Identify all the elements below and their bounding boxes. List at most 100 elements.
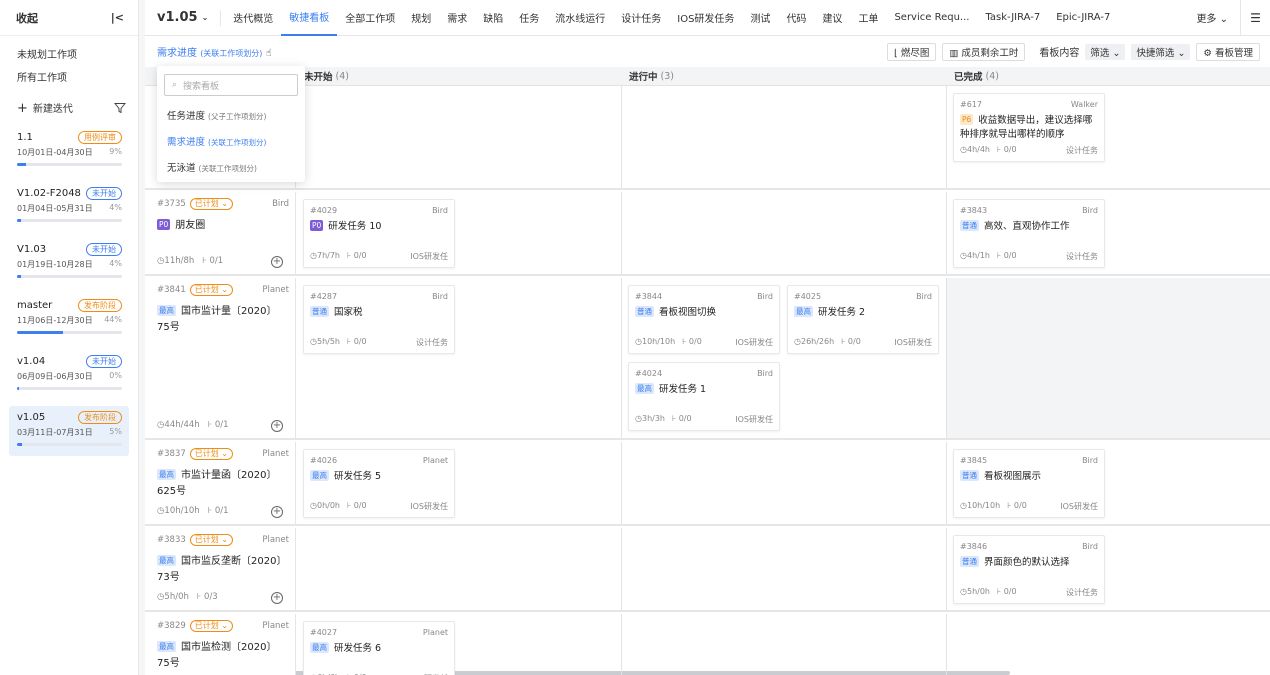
board-option-requirement-progress[interactable]: 需求进度 (关联工作项划分) [164, 134, 298, 148]
card-type: 设计任务 [1066, 252, 1098, 261]
requirement-title[interactable]: 最高 国市监反垄断〔2020〕73号 [145, 546, 295, 586]
iteration-percent: 5% [109, 427, 122, 436]
task-card[interactable]: #617 Walker P6 收益数据导出，建议选择哪种排序就导出哪样的顺序 ◷4h/4… [953, 93, 1105, 162]
new-iteration-button[interactable]: + 新建迭代 [17, 100, 73, 116]
tab-item[interactable]: Epic-JIRA-7 [1048, 0, 1118, 36]
task-card[interactable]: #4025 Bird 最高 研发任务 2 ◷26h/26h ⊦ 0/0 IOS研发任 [787, 285, 939, 354]
board-option-task-progress[interactable]: 任务进度 (父子工作项划分) [164, 108, 298, 122]
tab-item[interactable]: 任务 [511, 0, 547, 36]
board-title: 需求进度 [157, 48, 197, 59]
tab-item[interactable]: 需求 [439, 0, 475, 36]
clock-icon: ◷4h/1h [960, 251, 990, 260]
tab-item[interactable]: 全部工作项 [337, 0, 403, 36]
column-divider [946, 528, 947, 610]
tab-item[interactable]: 建议 [814, 0, 850, 36]
iteration-name: V1.03 [17, 244, 47, 255]
version-selector[interactable]: v1.05 ⌄ [145, 9, 222, 26]
bar-chart-icon: ▥ [949, 47, 959, 59]
requirement-title[interactable]: 最高 市监计量函〔2020〕625号 [145, 460, 295, 500]
priority-badge: 最高 [635, 383, 654, 394]
iteration-percent: 44% [104, 315, 122, 324]
board-search-input[interactable]: ⌕ 搜索看板 [164, 74, 298, 96]
iteration-item[interactable]: v1.05 发布阶段 03月11日-07月31日 5% [9, 406, 129, 456]
iteration-name: v1.04 [17, 356, 46, 367]
tab-item[interactable]: Service Requ... [886, 0, 977, 36]
quick-filter-select[interactable]: 快捷筛选 ⌄ [1131, 43, 1191, 60]
tab-item[interactable]: 测试 [742, 0, 778, 36]
task-card[interactable]: #3845 Bird 普通 看板视图展示 ◷10h/10h ⊦ 0/0 IOS研发任 [953, 449, 1105, 518]
task-card[interactable]: #4026 Planet 最高 研发任务 5 ◷0h/0h ⊦ 0/0 IOS研发任 [303, 449, 455, 518]
burndown-button[interactable]: ⌊ 燃尽图 [887, 42, 937, 61]
task-card[interactable]: #4027Planet最高研发任务 6◷6h/6h⊦ 0/0IOS研发任 [303, 621, 455, 675]
tab-item[interactable]: IOS研发任务 [669, 0, 742, 36]
requirement-state-badge[interactable]: 已计划 ⌄ [189, 620, 234, 632]
swimlane-row-header: #3833 已计划 ⌄ Planet 最高 国市监反垄断〔2020〕73号 ◷5h/0h ⊦… [145, 528, 296, 610]
card-type: IOS研发任 [410, 502, 448, 511]
option-label: 无泳道 [167, 163, 196, 174]
collapse-icon[interactable]: |< [111, 11, 124, 24]
task-card[interactable]: #3846 Bird 普通 界面颜色的默认选择 ◷5h/0h ⊦ 0/0 设计任务 [953, 535, 1105, 604]
chevron-down-icon: ⌄ [201, 13, 209, 22]
board-option-no-swimlane[interactable]: 无泳道 (关联工作项划分) [164, 160, 298, 174]
requirement-state-badge[interactable]: 已计划 ⌄ [189, 198, 234, 210]
card-title: 最高 研发任务 1 [635, 383, 707, 395]
column-divider [946, 614, 947, 675]
iteration-status-badge: 发布阶段 [78, 411, 122, 424]
task-card[interactable]: #4287 Bird 普通 国家税 ◷5h/5h ⊦ 0/0 设计任务 [303, 285, 455, 354]
iteration-item[interactable]: master 发布阶段 11月06日-12月30日 44% [9, 294, 129, 344]
iteration-item[interactable]: 1.1 用例评审 10月01日-04月30日 9% [9, 126, 129, 176]
tab-item[interactable]: 设计任务 [613, 0, 669, 36]
priority-badge: 普通 [960, 220, 979, 231]
tab-item[interactable]: 代码 [778, 0, 814, 36]
iteration-item[interactable]: V1.02-F2048 未开始 01月04日-05月31日 4% [9, 182, 129, 232]
filter-icon[interactable] [114, 102, 126, 114]
requirement-meta: ◷10h/10h ⊦ 0/1 [157, 506, 229, 516]
add-card-icon[interactable]: + [271, 506, 283, 518]
iteration-item[interactable]: v1.04 未开始 06月09日-06月30日 0% [9, 350, 129, 400]
clock-icon: ◷26h/26h [794, 337, 835, 346]
tab-item[interactable]: 敏捷看板 [281, 0, 338, 36]
sidebar-link-all-items[interactable]: 所有工作项 [0, 65, 138, 88]
swimlane-row-header: #3735 已计划 ⌄ Bird P0 朋友圈 ◷11h/8h ⊦ 0/1 + [145, 192, 296, 274]
more-tabs-button[interactable]: 更多 ⌄ [1184, 10, 1240, 25]
card-id: #4287 [310, 292, 338, 301]
add-card-icon[interactable]: + [271, 256, 283, 268]
tab-item[interactable]: Task-JIRA-7 [977, 0, 1048, 36]
requirement-title[interactable]: 最高 国市监计量〔2020〕75号 [145, 296, 295, 336]
requirement-state-badge[interactable]: 已计划 ⌄ [189, 448, 234, 460]
add-card-icon[interactable]: + [271, 420, 283, 432]
sidebar-link-unplanned[interactable]: 未规划工作项 [0, 42, 138, 65]
tab-item[interactable]: 流水线运行 [547, 0, 613, 36]
requirement-state-badge[interactable]: 已计划 ⌄ [189, 534, 234, 546]
clock-icon: ◷7h/7h [310, 251, 340, 260]
board-manage-button[interactable]: ⚙ 看板管理 [1196, 42, 1260, 61]
task-card[interactable]: #4029 Bird P0 研发任务 10 ◷7h/7h ⊦ 0/0 IOS研发任 [303, 199, 455, 268]
iteration-status-badge: 用例评审 [78, 131, 122, 144]
menu-icon[interactable]: ☰ [1240, 0, 1270, 36]
requirement-id: #3841 [157, 285, 186, 295]
member-hours-button[interactable]: ▥ 成员剩余工时 [942, 42, 1026, 61]
subtask-icon: ⊦ 0/0 [672, 414, 692, 423]
card-owner: Bird [757, 292, 773, 301]
tab-item[interactable]: 规划 [403, 0, 439, 36]
card-owner: Walker [1070, 100, 1098, 109]
add-card-icon[interactable]: + [271, 592, 283, 604]
task-card[interactable]: #3843 Bird 普通 高效、直观协作工作 ◷4h/1h ⊦ 0/0 设计任务 [953, 199, 1105, 268]
requirement-title[interactable]: P0 朋友圈 [145, 210, 295, 234]
requirement-title[interactable]: 最高 国市监检测〔2020〕75号 [145, 632, 295, 672]
iteration-item[interactable]: V1.03 未开始 01月19日-10月28日 4% [9, 238, 129, 288]
requirement-state-badge[interactable]: 已计划 ⌄ [189, 284, 234, 296]
tab-item[interactable]: 工单 [850, 0, 886, 36]
priority-badge: 最高 [157, 469, 176, 480]
iteration-sidebar: 收起 |< 未规划工作项 所有工作项 + 新建迭代 1.1 用例评审 10月01日-0… [0, 0, 139, 675]
tab-item[interactable]: 缺陷 [475, 0, 511, 36]
board-selector[interactable]: 需求进度 (关联工作项划分) ☝ [145, 44, 272, 59]
filter-select[interactable]: 筛选 ⌄ [1085, 43, 1126, 60]
task-card[interactable]: #3844 Bird 普通 看板视图切换 ◷10h/10h ⊦ 0/0 IOS研发任 [628, 285, 780, 354]
iteration-progress-bar [17, 163, 122, 166]
tab-item[interactable]: 迭代概览 [225, 0, 281, 36]
collapse-label[interactable]: 收起 [16, 10, 38, 26]
priority-badge: 最高 [157, 555, 176, 566]
task-card[interactable]: #4024 Bird 最高 研发任务 1 ◷3h/3h ⊦ 0/0 IOS研发任 [628, 362, 780, 431]
column-divider [946, 86, 947, 188]
